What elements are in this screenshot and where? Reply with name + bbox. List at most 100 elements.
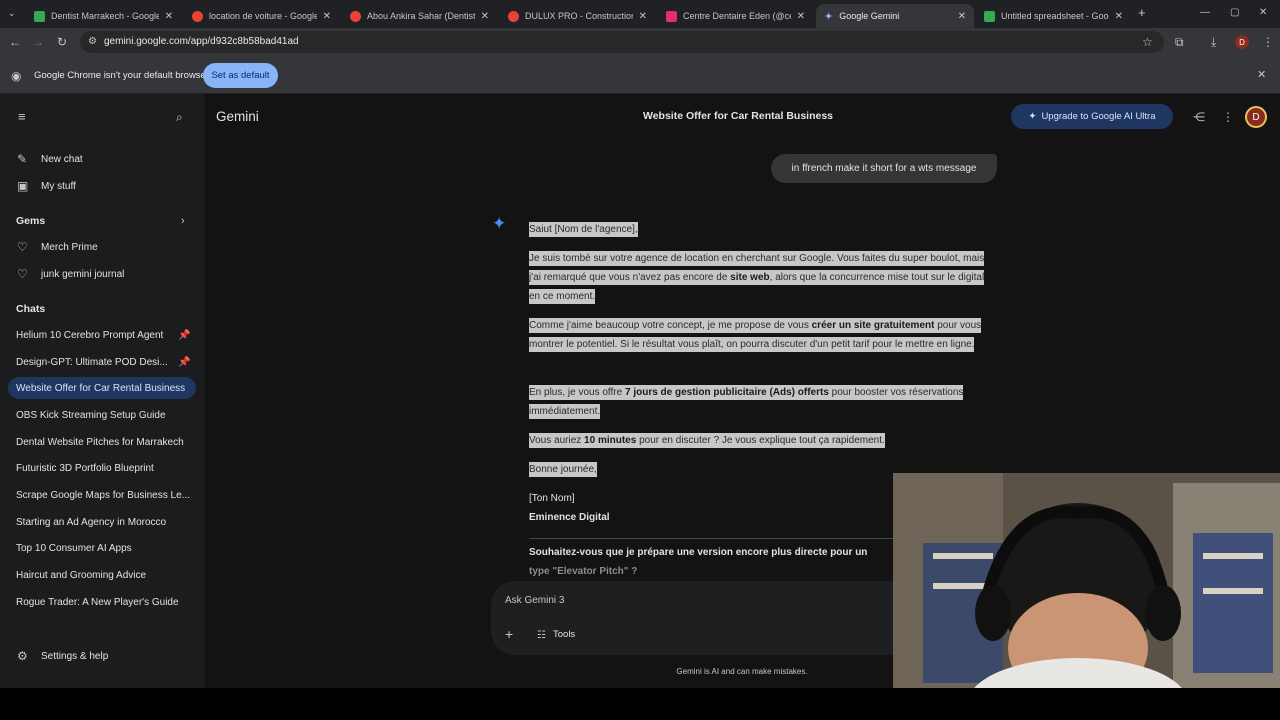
chat-item[interactable]: Design-GPT: Ultimate POD Desi... xyxy=(8,351,196,373)
share-icon[interactable]: ⋲ xyxy=(1193,110,1205,124)
close-icon[interactable]: ✕ xyxy=(481,11,489,22)
minimize-icon[interactable]: — xyxy=(1200,6,1210,20)
chat-item-label: OBS Kick Streaming Setup Guide xyxy=(16,409,166,421)
tools-icon[interactable]: ☷ xyxy=(537,629,546,643)
webcam-image xyxy=(893,473,1280,691)
tab-title: Google Gemini xyxy=(839,11,900,21)
chrome-icon: ◉ xyxy=(11,69,22,83)
add-icon[interactable]: + xyxy=(505,627,513,641)
prompt-composer[interactable] xyxy=(491,581,901,655)
url-text[interactable]: gemini.google.com/app/d932c8b58bad41ad xyxy=(104,36,299,47)
tab-5[interactable]: Centre Dentaire Eden (@centre ✕ xyxy=(658,4,813,28)
tab-6[interactable]: ✦ Google Gemini ✕ xyxy=(816,4,974,28)
tab-search-icon[interactable]: ⌄ xyxy=(8,6,16,20)
response-paragraph-3: Comme j'aime beaucoup votre concept, je … xyxy=(529,316,989,354)
forward-icon[interactable]: → xyxy=(32,35,44,49)
disclaimer: Gemini is AI and can make mistakes. xyxy=(676,667,808,676)
browser-menu-icon[interactable]: ⋮ xyxy=(1262,35,1274,49)
tab-4[interactable]: DULUX PRO - Construction et I ✕ xyxy=(500,4,655,28)
avatar[interactable]: D xyxy=(1245,106,1267,128)
chat-item[interactable]: Helium 10 Cerebro Prompt Agent xyxy=(8,324,196,346)
close-icon[interactable]: ✕ xyxy=(323,11,331,22)
chat-item[interactable]: Futuristic 3D Portfolio Blueprint xyxy=(8,457,196,479)
tab-title: Centre Dentaire Eden (@centre xyxy=(683,11,791,21)
webcam-overlay xyxy=(893,473,1280,691)
close-icon[interactable]: ✕ xyxy=(1115,11,1123,22)
site-info-icon[interactable]: ⚙ xyxy=(88,35,97,49)
tab-title: Untitled spreadsheet - Google xyxy=(1001,11,1109,21)
close-icon[interactable]: ✕ xyxy=(797,11,805,22)
tab-1[interactable]: Dentist Marrakech - Google Sh ✕ xyxy=(26,4,181,28)
chat-item-label: Helium 10 Cerebro Prompt Agent xyxy=(16,329,164,341)
instagram-icon xyxy=(666,10,677,22)
chat-item[interactable]: Rogue Trader: A New Player's Guide xyxy=(8,591,196,613)
chat-item[interactable]: Haircut and Grooming Advice xyxy=(8,564,196,586)
tab-7[interactable]: Untitled spreadsheet - Google ✕ xyxy=(976,4,1131,28)
maps-pin-icon xyxy=(350,10,361,22)
sheets-icon xyxy=(34,10,45,22)
chat-item-active[interactable]: Website Offer for Car Rental Business xyxy=(8,377,196,399)
extensions-icon[interactable]: ⧉ xyxy=(1175,35,1184,49)
maximize-icon[interactable]: ▢ xyxy=(1230,6,1239,20)
screen-bottom-bar xyxy=(0,688,1280,720)
back-icon[interactable]: ← xyxy=(9,35,21,49)
window-close-icon[interactable]: ✕ xyxy=(1259,6,1267,20)
infobar-close-icon[interactable]: ✕ xyxy=(1257,68,1266,82)
my-stuff-icon: ▣ xyxy=(17,179,29,193)
pin-icon: 📌 xyxy=(178,357,191,368)
more-options-icon[interactable]: ⋮ xyxy=(1222,110,1234,124)
close-icon[interactable]: ✕ xyxy=(958,11,966,22)
chat-item[interactable]: Scrape Google Maps for Business Le... xyxy=(8,484,196,506)
app-title[interactable]: Gemini xyxy=(216,109,259,124)
signature-company: Eminence Digital xyxy=(529,512,610,523)
chat-item-label: Top 10 Consumer AI Apps xyxy=(16,542,132,554)
infobar-message: Google Chrome isn't your default browser xyxy=(34,70,210,81)
close-icon[interactable]: ✕ xyxy=(165,11,173,22)
response-bold-text: site web xyxy=(730,270,770,285)
close-icon[interactable]: ✕ xyxy=(639,11,647,22)
signature-name: [Ton Nom] xyxy=(529,493,575,504)
response-text: pour en discuter ? Je vous explique tout… xyxy=(636,433,885,448)
upgrade-button[interactable]: ✦ Upgrade to Google AI Ultra xyxy=(1011,104,1173,129)
user-message: in ffrench make it short for a wts messa… xyxy=(771,154,997,183)
chat-item[interactable]: Dental Website Pitches for Marrakech xyxy=(8,431,196,453)
gems-heading[interactable]: Gems xyxy=(16,215,45,227)
response-paragraph-4: En plus, je vous offre 7 jours de gestio… xyxy=(529,383,989,421)
spark-icon: ✦ xyxy=(1028,111,1037,122)
tab-3[interactable]: Abou Ankira Sahar (Dentiste) - ✕ xyxy=(342,4,497,28)
new-chat-link[interactable]: New chat xyxy=(41,154,83,165)
gem-item-junk-journal[interactable]: junk gemini journal xyxy=(41,269,124,280)
new-tab-icon[interactable]: + xyxy=(1138,6,1146,20)
set-as-default-button[interactable]: Set as default xyxy=(203,63,278,88)
search-icon[interactable]: ⌕ xyxy=(176,110,183,124)
maps-pin-icon xyxy=(508,10,519,22)
download-icon[interactable]: ⤓ xyxy=(1211,35,1216,49)
chat-item-label: Rogue Trader: A New Player's Guide xyxy=(16,596,179,608)
gemini-spark-icon: ✦ xyxy=(492,214,507,233)
gem-item-merch-prime[interactable]: Merch Prime xyxy=(41,242,98,253)
tab-2[interactable]: location de voiture - Google M ✕ xyxy=(184,4,339,28)
response-bold-text: créer un site gratuitement xyxy=(811,318,935,333)
avatar-initial: D xyxy=(1252,111,1260,123)
settings-help-link[interactable]: Settings & help xyxy=(41,651,108,662)
chat-item-label: Haircut and Grooming Advice xyxy=(16,569,147,581)
response-bold-text: 10 minutes xyxy=(584,433,637,448)
tools-button[interactable]: Tools xyxy=(553,629,575,640)
reload-icon[interactable]: ↻ xyxy=(57,35,67,49)
chat-item[interactable]: Starting an Ad Agency in Morocco xyxy=(8,511,196,533)
followup-question-line-1: Souhaitez-vous que je prépare une versio… xyxy=(529,547,868,558)
bookmark-star-icon[interactable]: ☆ xyxy=(1142,35,1153,49)
my-stuff-link[interactable]: My stuff xyxy=(41,181,76,192)
response-text: Saiut [Nom de l'agence], xyxy=(529,222,638,237)
chat-item[interactable]: Top 10 Consumer AI Apps xyxy=(8,537,196,559)
profile-avatar[interactable]: D xyxy=(1235,35,1249,49)
response-text: Comme j'aime beaucoup votre concept, je … xyxy=(529,318,812,333)
sheets-icon xyxy=(984,10,995,22)
response-paragraph-1: Saiut [Nom de l'agence], xyxy=(529,220,989,239)
prompt-input[interactable]: Ask Gemini 3 xyxy=(505,595,564,606)
menu-icon[interactable]: ≡ xyxy=(18,110,26,124)
chat-item[interactable]: OBS Kick Streaming Setup Guide xyxy=(8,404,196,426)
chevron-right-icon[interactable]: › xyxy=(181,214,185,228)
profile-initial: D xyxy=(1239,37,1245,47)
chat-item-label: Futuristic 3D Portfolio Blueprint xyxy=(16,462,154,474)
